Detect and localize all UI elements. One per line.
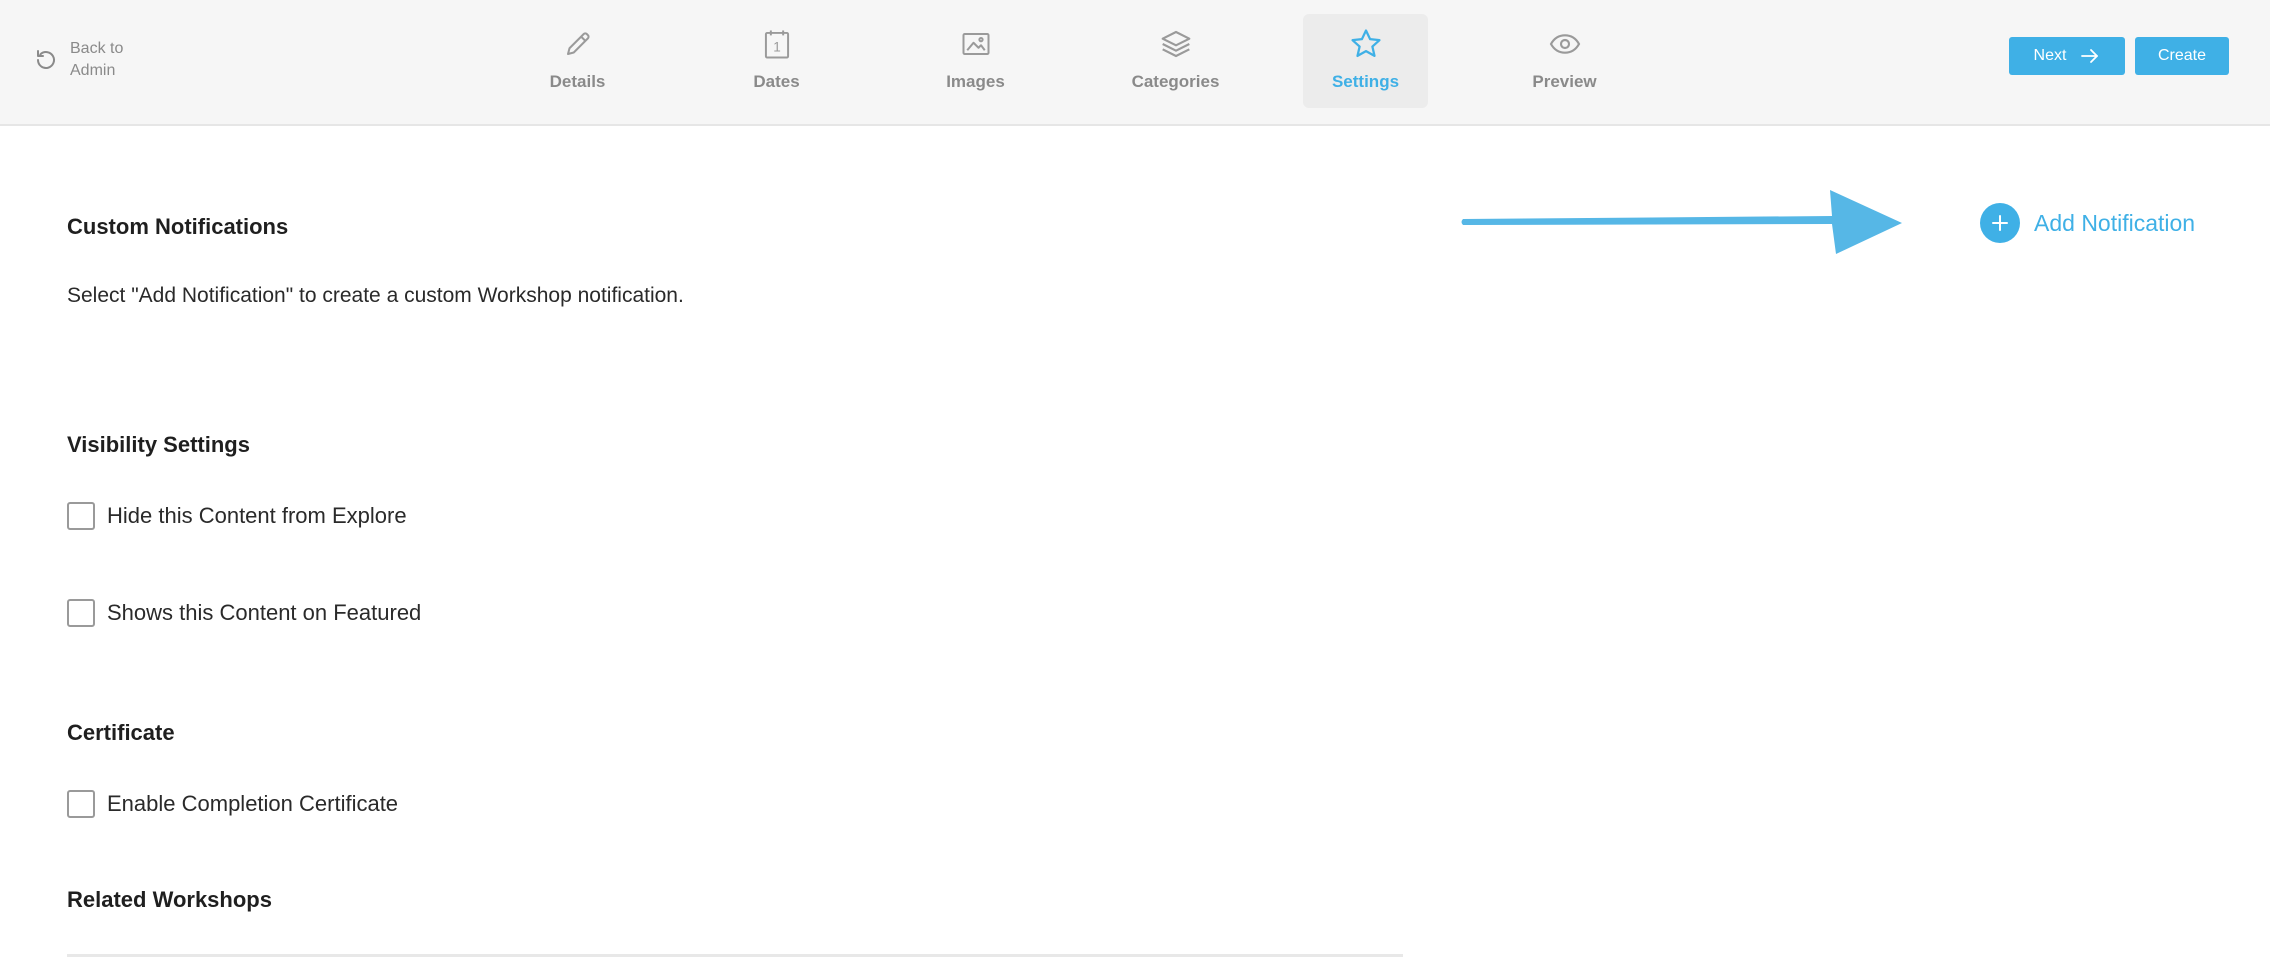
tab-details[interactable]: Details xyxy=(515,14,640,108)
tab-label: Images xyxy=(946,72,1005,91)
completion-certificate-option[interactable]: Enable Completion Certificate xyxy=(67,790,398,818)
next-button-label: Next xyxy=(2033,47,2067,64)
tab-categories[interactable]: Categories xyxy=(1113,14,1238,108)
show-on-featured-label: Shows this Content on Featured xyxy=(107,600,422,625)
star-icon xyxy=(1348,26,1384,62)
tab-images[interactable]: Images xyxy=(913,14,1038,108)
add-notification-label: Add Notification xyxy=(2034,209,2196,236)
back-to-admin-link[interactable]: Back to Admin xyxy=(34,38,150,82)
tab-dates[interactable]: 1 Dates xyxy=(714,14,839,108)
svg-text:1: 1 xyxy=(773,39,781,54)
add-notification-button[interactable]: Add Notification xyxy=(1980,203,2195,243)
completion-certificate-checkbox[interactable] xyxy=(67,790,95,818)
tab-preview[interactable]: Preview xyxy=(1502,14,1627,108)
pencil-icon xyxy=(560,26,596,62)
hide-from-explore-option[interactable]: Hide this Content from Explore xyxy=(67,502,407,530)
back-to-admin-label: Back to Admin xyxy=(70,40,124,79)
certificate-title: Certificate xyxy=(67,720,175,745)
arrow-pointer-icon xyxy=(1461,190,1902,254)
tab-label: Dates xyxy=(753,72,800,91)
tab-label: Categories xyxy=(1131,72,1220,91)
create-button[interactable]: Create xyxy=(2135,37,2229,75)
related-workshops-field[interactable] xyxy=(67,954,1403,957)
eye-icon xyxy=(1547,26,1583,62)
show-on-featured-option[interactable]: Shows this Content on Featured xyxy=(67,599,421,627)
undo-icon xyxy=(37,50,55,69)
next-button[interactable]: Next xyxy=(2009,37,2125,75)
tab-label: Details xyxy=(549,72,606,91)
top-toolbar: Back to Admin Details 1 Dates Images Cat… xyxy=(0,0,2270,126)
related-workshops-title: Related Workshops xyxy=(67,887,272,912)
calendar-icon: 1 xyxy=(759,26,795,62)
hide-from-explore-label: Hide this Content from Explore xyxy=(107,503,407,528)
visibility-settings-title: Visibility Settings xyxy=(67,432,250,457)
completion-certificate-label: Enable Completion Certificate xyxy=(107,791,399,816)
image-icon xyxy=(958,26,994,62)
custom-notifications-title: Custom Notifications xyxy=(67,214,289,239)
arrow-right-icon xyxy=(2081,49,2099,63)
plus-icon xyxy=(1980,203,2020,243)
tab-label: Settings xyxy=(1331,72,1400,91)
layers-icon xyxy=(1158,26,1194,62)
show-on-featured-checkbox[interactable] xyxy=(67,599,95,627)
tab-settings[interactable]: Settings xyxy=(1303,14,1428,108)
hide-from-explore-checkbox[interactable] xyxy=(67,502,95,530)
custom-notifications-description: Select "Add Notification" to create a cu… xyxy=(67,284,684,307)
tab-label: Preview xyxy=(1532,72,1597,91)
